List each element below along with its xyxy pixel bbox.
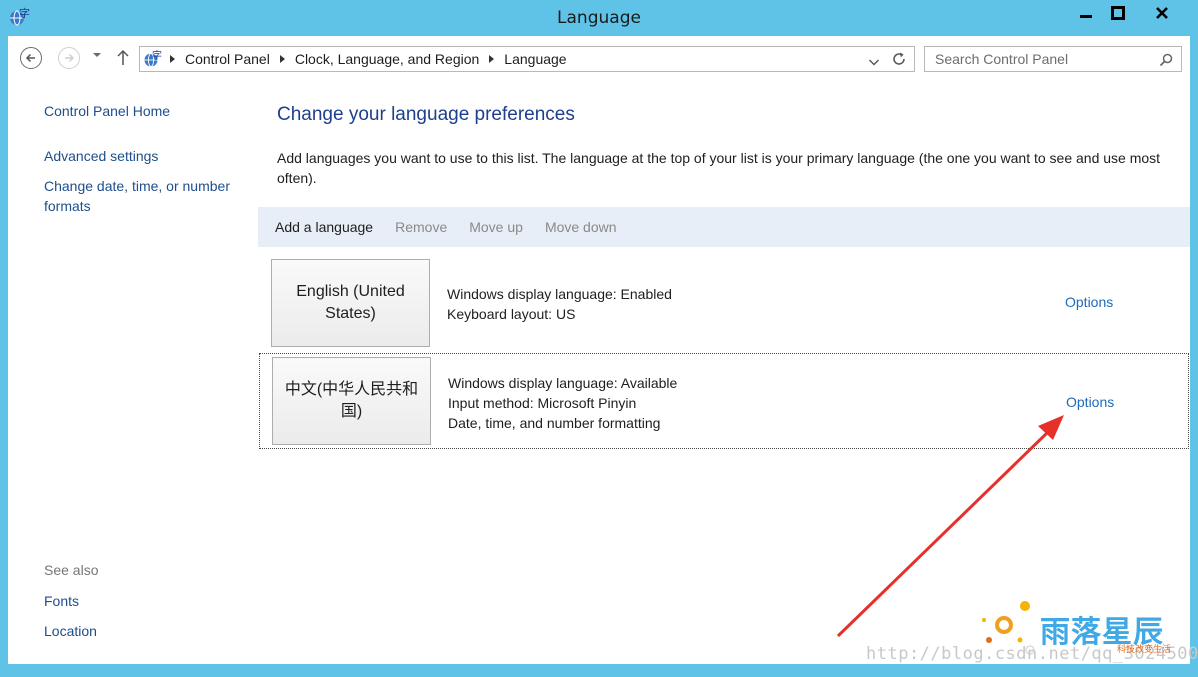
up-arrow-icon xyxy=(117,49,129,65)
close-icon xyxy=(1156,7,1168,19)
language-details: Windows display language: Enabled Keyboa… xyxy=(447,284,672,324)
search-box[interactable] xyxy=(924,46,1182,72)
minimize-button[interactable] xyxy=(1068,0,1104,26)
language-tile[interactable]: English (United States) xyxy=(271,259,430,347)
chevron-down-icon xyxy=(869,59,879,66)
breadcrumb-separator-icon[interactable] xyxy=(489,55,495,63)
see-also-label: See also xyxy=(44,562,99,578)
breadcrumb-separator-icon[interactable] xyxy=(170,55,175,63)
breadcrumb: Control Panel Clock, Language, and Regio… xyxy=(170,47,567,71)
breadcrumb-language[interactable]: Language xyxy=(504,51,566,67)
control-panel-icon: 字 xyxy=(143,49,163,69)
breadcrumb-separator-icon[interactable] xyxy=(279,55,285,63)
breadcrumb-clock-language-region[interactable]: Clock, Language, and Region xyxy=(295,51,479,67)
language-tile[interactable]: 中文(中华人民共和国) xyxy=(272,357,431,445)
remove-button[interactable]: Remove xyxy=(395,219,447,235)
maximize-icon xyxy=(1111,6,1125,20)
input-method-info: Input method: Microsoft Pinyin xyxy=(448,395,637,411)
language-details: Windows display language: Available Inpu… xyxy=(448,373,677,433)
language-list-item[interactable]: 中文(中华人民共和国) Windows display language: Av… xyxy=(259,353,1189,449)
display-language-status: Windows display language: Enabled xyxy=(447,286,672,302)
language-toolbar: Add a language Remove Move up Move down xyxy=(258,207,1190,247)
search-input[interactable] xyxy=(935,50,1145,68)
svg-text:字: 字 xyxy=(152,49,162,62)
maximize-button[interactable] xyxy=(1104,0,1132,26)
address-history-button[interactable] xyxy=(868,53,880,72)
add-language-button[interactable]: Add a language xyxy=(275,219,373,235)
forward-button[interactable] xyxy=(58,47,80,69)
fonts-link[interactable]: Fonts xyxy=(44,591,79,611)
language-options-link[interactable]: Options xyxy=(1065,294,1113,310)
breadcrumb-control-panel[interactable]: Control Panel xyxy=(185,51,270,67)
language-window: 字 Language 字 Control Panel Clock, Langua… xyxy=(0,0,1198,673)
language-options-link[interactable]: Options xyxy=(1066,394,1114,410)
formatting-info: Date, time, and number formatting xyxy=(448,415,661,431)
refresh-icon xyxy=(893,52,905,65)
move-up-button[interactable]: Move up xyxy=(469,219,523,235)
up-button[interactable] xyxy=(116,48,130,70)
control-panel-content: 字 Control Panel Clock, Language, and Reg… xyxy=(8,36,1190,664)
recent-locations-button[interactable] xyxy=(92,50,102,63)
close-button[interactable] xyxy=(1132,0,1192,26)
back-button[interactable] xyxy=(20,47,42,69)
page-title: Change your language preferences xyxy=(277,104,575,125)
address-bar[interactable]: 字 Control Panel Clock, Language, and Reg… xyxy=(139,46,915,72)
refresh-button[interactable] xyxy=(891,51,907,71)
navigation-bar: 字 Control Panel Clock, Language, and Reg… xyxy=(8,36,1190,82)
title-bar[interactable]: 字 Language xyxy=(0,0,1198,36)
move-down-button[interactable]: Move down xyxy=(545,219,617,235)
back-arrow-icon xyxy=(25,53,35,63)
location-link[interactable]: Location xyxy=(44,621,97,641)
chevron-down-icon xyxy=(93,53,101,57)
page-description: Add languages you want to use to this li… xyxy=(277,150,1161,186)
control-panel-home-link[interactable]: Control Panel Home xyxy=(44,101,170,121)
language-list-item[interactable]: English (United States) Windows display … xyxy=(259,254,1189,350)
display-language-status: Windows display language: Available xyxy=(448,375,678,391)
forward-arrow-icon xyxy=(65,53,75,63)
change-date-time-formats-link[interactable]: Change date, time, or number formats xyxy=(44,176,254,216)
window-controls xyxy=(1068,0,1192,28)
minimize-icon xyxy=(1080,15,1092,18)
search-icon[interactable] xyxy=(1159,52,1173,71)
window-title: Language xyxy=(557,8,641,28)
keyboard-layout-info: Keyboard layout: US xyxy=(447,306,576,322)
advanced-settings-link[interactable]: Advanced settings xyxy=(44,146,158,166)
